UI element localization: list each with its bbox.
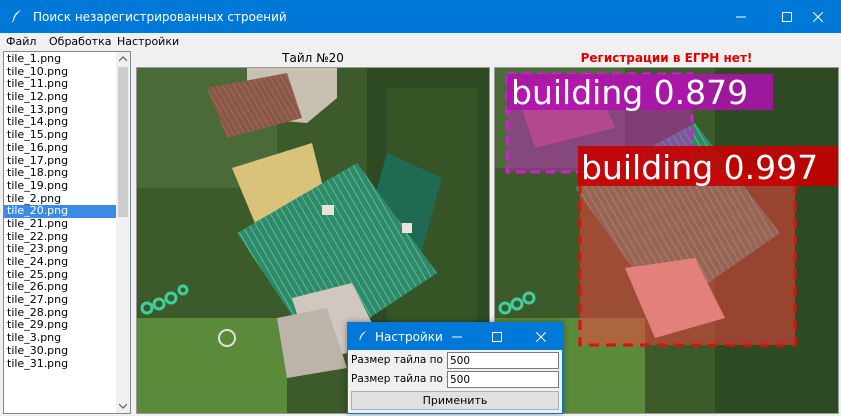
apply-button[interactable]: Применить [351,391,559,410]
file-list-items: tile_1.png tile_10.png tile_11.png tile_12.… [4,52,118,371]
scroll-thumb[interactable] [118,67,128,217]
file-list-item[interactable]: tile_18.png [4,166,118,180]
minimize-icon [452,336,462,337]
close-button[interactable] [795,0,841,33]
menu-bar: Файл Обработка Настройки [0,33,841,49]
size-y-input[interactable] [447,371,559,388]
file-list-item[interactable]: tile_12.png [4,90,118,104]
feather-icon [11,10,21,23]
settings-dialog-title: Настройки [375,330,443,344]
registration-status: Регистрации в ЕГРН нет! [580,51,753,65]
file-list-item[interactable]: tile_21.png [4,217,118,231]
dialog-maximize-button[interactable] [478,323,516,350]
dialog-minimize-button[interactable] [438,323,476,350]
file-list-item[interactable]: tile_27.png [4,293,118,307]
file-list-item[interactable]: tile_3.png [4,331,118,345]
file-list-item[interactable]: tile_16.png [4,141,118,155]
detection-label-1: building 0.879 [511,73,748,112]
tile-title: Тайл №20 [282,51,344,65]
chevron-down-icon [119,403,127,409]
settings-dialog: Настройки Размер тайла по х: Размер тайл… [347,322,563,414]
feather-icon [359,330,367,341]
minimize-button[interactable] [718,0,764,33]
maximize-icon [492,331,502,342]
file-list-item[interactable]: tile_15.png [4,128,118,142]
main-window: Поиск незарегистрированных строений Файл… [0,0,841,416]
maximize-icon [782,11,792,22]
file-list-item[interactable]: tile_1.png [4,52,118,66]
close-icon [536,331,546,342]
size-x-input[interactable] [447,352,559,369]
title-bar[interactable]: Поиск незарегистрированных строений [0,0,841,33]
file-list[interactable]: tile_1.png tile_10.png tile_11.png tile_12.… [3,51,131,414]
settings-dialog-title-bar[interactable]: Настройки [348,323,562,350]
window-title: Поиск незарегистрированных строений [33,10,287,24]
scroll-down-button[interactable] [116,399,130,413]
menu-file[interactable]: Файл [6,35,36,48]
file-list-scrollbar[interactable] [116,52,130,413]
detection-label-2: building 0.997 [581,148,818,187]
menu-processing[interactable]: Обработка [49,35,111,48]
menu-settings[interactable]: Настройки [117,35,179,48]
minimize-icon [736,16,746,17]
file-list-item[interactable]: tile_24.png [4,255,118,269]
chevron-up-icon [119,56,127,62]
file-list-item[interactable]: tile_31.png [4,357,118,371]
scroll-up-button[interactable] [116,52,130,66]
dialog-close-button[interactable] [522,323,560,350]
file-list-item[interactable]: tile_19.png [4,179,118,193]
file-list-item[interactable]: tile_30.png [4,344,118,358]
size-x-label: Размер тайла по х: [351,354,456,366]
close-icon [813,11,823,22]
size-y-label: Размер тайла по у: [351,373,456,385]
